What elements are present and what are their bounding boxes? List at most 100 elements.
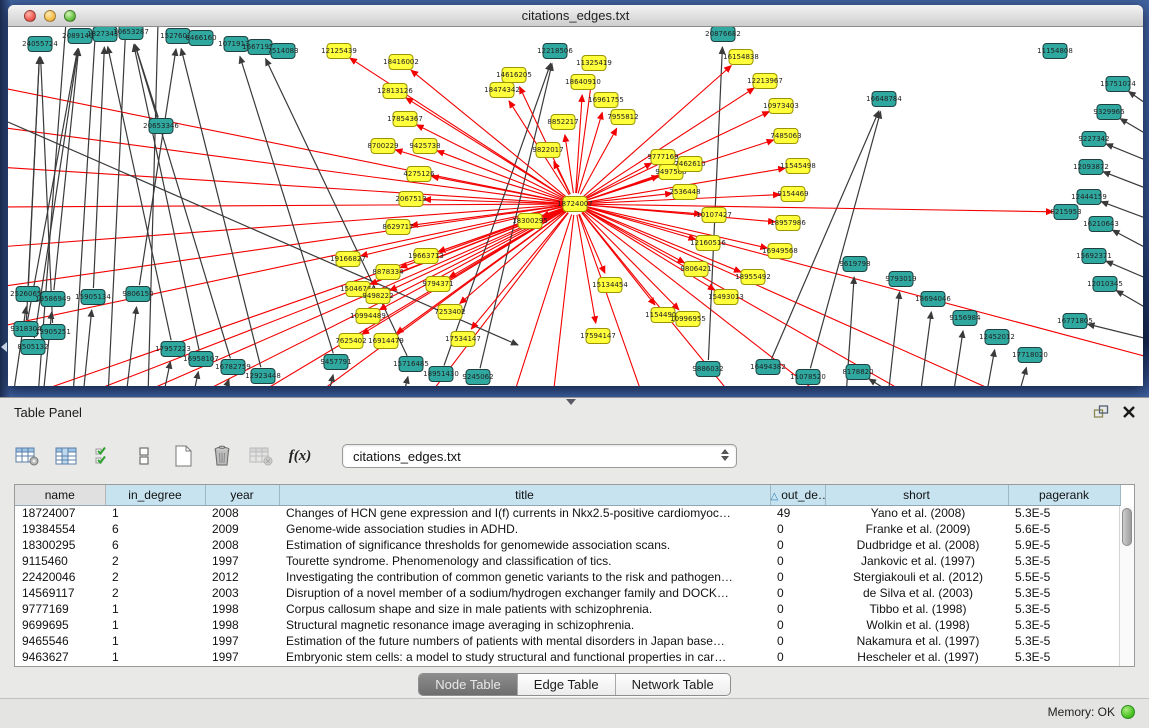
citation-edge-black[interactable]: [888, 292, 900, 386]
table-row[interactable]: 969969511998Structural magnetic resonanc…: [15, 617, 1120, 633]
network-node[interactable]: 18416002: [383, 55, 419, 70]
float-panel-icon[interactable]: [1093, 404, 1109, 420]
table-mode-button[interactable]: [14, 443, 40, 469]
table-cell[interactable]: Disruption of a novel member of a sodium…: [279, 585, 770, 601]
citation-edge-black[interactable]: [1018, 367, 1026, 386]
memory-status[interactable]: Memory: OK: [1048, 705, 1135, 719]
network-node[interactable]: 15751074: [1100, 77, 1136, 92]
network-node[interactable]: 9886032: [692, 362, 723, 377]
network-node[interactable]: 6466160: [185, 31, 216, 46]
network-node[interactable]: 9793019: [885, 272, 916, 287]
table-cell[interactable]: 5.3E-5: [1008, 649, 1120, 665]
tab-edge-table[interactable]: Edge Table: [518, 674, 616, 695]
table-cell[interactable]: 1998: [205, 601, 279, 617]
network-node[interactable]: 20653346: [143, 119, 179, 134]
network-node[interactable]: 2067513: [395, 192, 426, 207]
network-node[interactable]: 10973403: [763, 99, 799, 114]
network-node[interactable]: 12213967: [747, 74, 783, 89]
tab-node-table[interactable]: Node Table: [419, 674, 518, 695]
table-cell[interactable]: 18300295: [15, 537, 105, 553]
table-cell[interactable]: 9699695: [15, 617, 105, 633]
network-node[interactable]: 19166827: [330, 252, 366, 267]
citation-edge-red[interactable]: [8, 206, 564, 327]
network-node[interactable]: 4275126: [403, 167, 435, 182]
network-node[interactable]: 12125439: [321, 44, 357, 59]
table-cell[interactable]: Structural magnetic resonance image aver…: [279, 617, 770, 633]
network-node[interactable]: 11325419: [576, 56, 612, 71]
splitter-handle[interactable]: [566, 399, 576, 405]
network-node[interactable]: 8700229: [367, 139, 398, 154]
citation-edge-black[interactable]: [403, 377, 408, 386]
citation-edge-black[interactable]: [1103, 172, 1143, 189]
network-node[interactable]: 9227342: [1078, 132, 1109, 147]
table-row[interactable]: 911546021997Tourette syndrome. Phenomeno…: [15, 553, 1120, 569]
citation-edge-red[interactable]: [8, 127, 564, 203]
network-node[interactable]: 9245062: [462, 370, 493, 385]
column-header-name[interactable]: name: [15, 485, 105, 505]
table-cell[interactable]: Wolkin et al. (1998): [825, 617, 1008, 633]
table-cell[interactable]: Embryonic stem cells: a model to study s…: [279, 649, 770, 665]
table-cell[interactable]: Estimation of significance thresholds fo…: [279, 537, 770, 553]
table-cell[interactable]: Investigating the contribution of common…: [279, 569, 770, 585]
table-cell[interactable]: 2009: [205, 521, 279, 537]
network-node[interactable]: 7462610: [674, 157, 705, 172]
table-cell[interactable]: 2: [105, 553, 205, 569]
network-node[interactable]: 9806150: [122, 287, 153, 302]
citation-edge-black[interactable]: [920, 312, 931, 386]
table-cell[interactable]: 1998: [205, 617, 279, 633]
network-node[interactable]: 12010345: [1087, 277, 1123, 292]
table-cell[interactable]: 0: [770, 633, 825, 649]
table-cell[interactable]: 0: [770, 521, 825, 537]
network-node[interactable]: 16949568: [762, 244, 798, 259]
network-node[interactable]: 18640910: [565, 75, 601, 90]
column-header-in_degree[interactable]: in_degree: [105, 485, 205, 505]
network-node[interactable]: 14616205: [496, 68, 532, 83]
citation-edge-black[interactable]: [772, 111, 879, 359]
network-node[interactable]: 19663713: [408, 249, 444, 264]
network-node[interactable]: 17594147: [580, 329, 616, 344]
network-canvas[interactable]: 1872400712125439184160021281312617854367…: [8, 27, 1143, 386]
citation-edge-red[interactable]: [579, 214, 604, 273]
table-cell[interactable]: 0: [770, 601, 825, 617]
table-cell[interactable]: Corpus callosum shape and size in male p…: [279, 601, 770, 617]
table-cell[interactable]: 49: [770, 505, 825, 521]
table-cell[interactable]: Estimation of the future numbers of pati…: [279, 633, 770, 649]
table-cell[interactable]: de Silva et al. (2003): [825, 585, 1008, 601]
citation-edge-red[interactable]: [350, 58, 566, 198]
close-panel-icon[interactable]: [1121, 404, 1137, 420]
delete-column-button[interactable]: [209, 443, 235, 469]
network-node[interactable]: 18694046: [915, 292, 951, 307]
row-selection-button[interactable]: [92, 443, 118, 469]
network-node[interactable]: 9794371: [422, 277, 453, 292]
citation-edge-black[interactable]: [193, 372, 198, 386]
column-header-short[interactable]: short: [825, 485, 1008, 505]
network-node[interactable]: 16961755: [588, 93, 624, 108]
citation-edge-black[interactable]: [1088, 324, 1143, 339]
table-cell[interactable]: 22420046: [15, 569, 105, 585]
citation-edge-red[interactable]: [586, 207, 1143, 357]
column-header-pagerank[interactable]: pagerank: [1008, 485, 1120, 505]
table-rows-button[interactable]: [131, 443, 157, 469]
create-column-button[interactable]: [170, 443, 196, 469]
table-cell[interactable]: 5.3E-5: [1008, 601, 1120, 617]
network-window-titlebar[interactable]: citations_edges.txt: [8, 5, 1143, 27]
citation-edge-black[interactable]: [986, 350, 995, 386]
table-row[interactable]: 1456911722003Disruption of a novel membe…: [15, 585, 1120, 601]
network-node[interactable]: 18474342: [484, 83, 520, 98]
network-node[interactable]: 9457791: [320, 355, 351, 370]
table-cell[interactable]: 1997: [205, 633, 279, 649]
table-cell[interactable]: 0: [770, 617, 825, 633]
citation-edge-red[interactable]: [576, 76, 592, 193]
table-cell[interactable]: 1: [105, 601, 205, 617]
citation-edge-black[interactable]: [810, 112, 880, 369]
table-cell[interactable]: 2: [105, 569, 205, 585]
network-node[interactable]: 16494382: [750, 360, 786, 375]
network-node[interactable]: 9498222: [362, 289, 393, 304]
table-cell[interactable]: 2008: [205, 505, 279, 521]
table-cell[interactable]: Franke et al. (2009): [825, 521, 1008, 537]
table-row[interactable]: 2242004622012Investigating the contribut…: [15, 569, 1120, 585]
table-select-dropdown[interactable]: citations_edges.txt: [342, 444, 737, 468]
citation-edge-red[interactable]: [8, 206, 564, 287]
network-node[interactable]: 16771805: [1057, 314, 1093, 329]
table-cell[interactable]: 5.3E-5: [1008, 617, 1120, 633]
